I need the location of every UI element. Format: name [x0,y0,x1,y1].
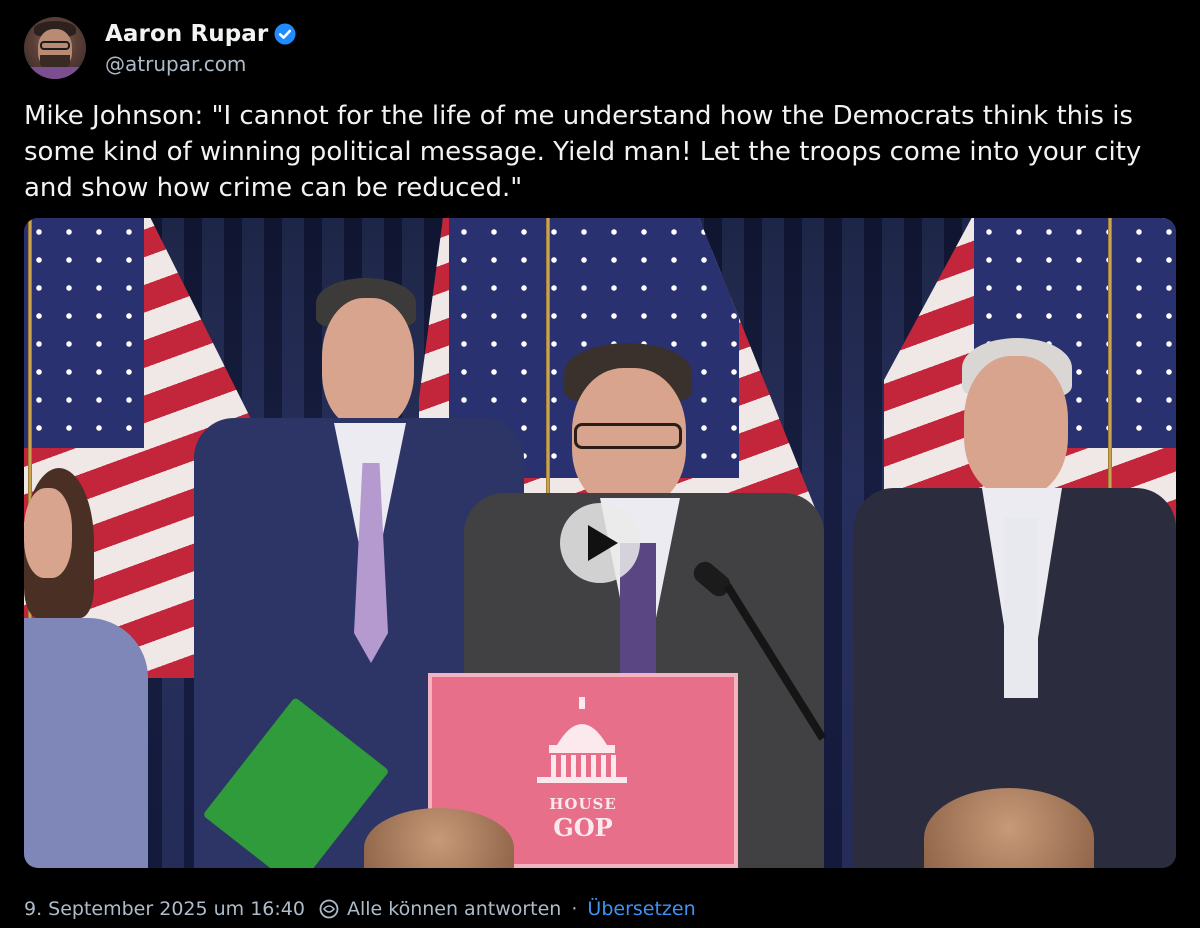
post-timestamp[interactable]: 9. September 2025 um 16:40 [24,898,305,920]
video-player[interactable]: HOUSE GOP [24,218,1176,868]
play-icon [588,525,618,561]
verified-badge-icon [274,23,296,45]
author-display-name[interactable]: Aaron Rupar [105,21,268,47]
reply-settings-icon [319,899,339,919]
reply-setting-label[interactable]: Alle können antworten [347,898,561,920]
capitol-dome-icon [537,697,627,783]
translate-link[interactable]: Übersetzen [587,898,695,920]
post-header: Aaron Rupar @atrupar.com [24,16,296,80]
footer-separator: · [571,898,578,920]
post: Aaron Rupar @atrupar.com Mike Johnson: "… [0,0,1200,928]
author-handle[interactable]: @atrupar.com [105,52,296,76]
post-footer: 9. September 2025 um 16:40 Alle können a… [24,892,696,926]
post-text: Mike Johnson: "I cannot for the life of … [24,101,1142,203]
avatar[interactable] [24,17,86,79]
play-button[interactable] [560,503,640,583]
glasses [574,423,682,449]
podium-sign-house: HOUSE [549,795,617,813]
author-info: Aaron Rupar @atrupar.com [105,20,296,76]
person-left-edge [24,468,154,868]
